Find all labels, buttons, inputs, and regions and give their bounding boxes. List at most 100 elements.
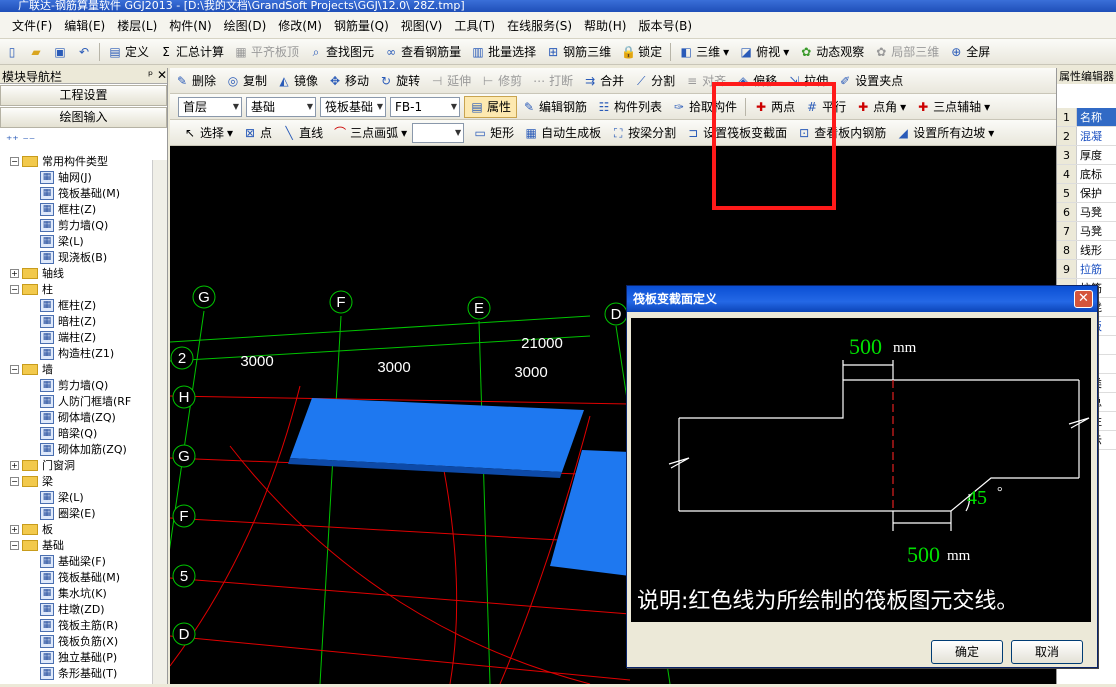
orbit-button[interactable]: ✿ 动态观察: [794, 41, 869, 63]
property-row[interactable]: 9 拉筋: [1057, 260, 1116, 279]
collapse-icon[interactable]: −: [10, 476, 19, 486]
category-select[interactable]: 基础 ▼: [246, 96, 316, 117]
property-row[interactable]: 8 线形: [1057, 241, 1116, 260]
menu-item[interactable]: 版本号(B): [632, 17, 698, 34]
menu-item[interactable]: 绘图(D): [218, 17, 273, 34]
three-point-axis-button[interactable]: ✚ 三点辅轴 ▾: [911, 96, 995, 118]
open-button[interactable]: ▰: [24, 41, 48, 63]
extend-button[interactable]: ⊣ 延伸: [425, 70, 476, 92]
tree-item[interactable]: ▦ 条形基础(T): [10, 665, 167, 681]
tree-item[interactable]: ▦ 暗柱(Z): [10, 313, 167, 329]
save-button[interactable]: ▣: [48, 41, 72, 63]
move-button[interactable]: ✥ 移动: [323, 70, 374, 92]
tree-item[interactable]: ▦ 现浇板(B): [10, 249, 167, 265]
split-button[interactable]: ⟋ 分割: [629, 70, 680, 92]
edit-rebar-button[interactable]: ✎ 编辑钢筋: [517, 96, 592, 118]
tree-item[interactable]: ▦ 集水坑(K): [10, 585, 167, 601]
tree-folder[interactable]: + 门窗洞: [10, 457, 167, 473]
attr-button[interactable]: ▤ 属性: [464, 95, 518, 118]
tree-folder[interactable]: − 柱: [10, 281, 167, 297]
define-button[interactable]: ▤ 定义: [103, 41, 154, 63]
menu-item[interactable]: 钢筋量(Q): [328, 17, 395, 34]
tree-item[interactable]: ▦ 暗梁(Q): [10, 425, 167, 441]
set-grip-button[interactable]: ✐ 设置夹点: [833, 70, 908, 92]
lock-button[interactable]: 🔒 锁定: [616, 41, 667, 63]
project-settings-button[interactable]: 工程设置: [0, 85, 167, 106]
tree-item[interactable]: ▦ 圈梁(E): [10, 505, 167, 521]
pin-close-icon[interactable]: ᵖ ✕: [148, 68, 167, 83]
tree-item[interactable]: ▦ 筏板主筋(R): [10, 617, 167, 633]
tree-item[interactable]: ▦ 构造柱(Z1): [10, 345, 167, 361]
set-slope-button[interactable]: ◢ 设置所有边坡 ▾: [891, 122, 999, 144]
tree-item[interactable]: ▦ 框柱(Z): [10, 201, 167, 217]
tree-item[interactable]: ▦ 筏板基础(M): [10, 569, 167, 585]
point-button[interactable]: ⊠ 点: [238, 122, 277, 144]
trim-button[interactable]: ⊢ 修剪: [476, 70, 527, 92]
tree-item[interactable]: ▦ 砌体加筋(ZQ): [10, 441, 167, 457]
new-file-button[interactable]: ▯: [0, 41, 24, 63]
menu-item[interactable]: 视图(V): [395, 17, 449, 34]
mirror-button[interactable]: ◭ 镜像: [272, 70, 323, 92]
tree-item[interactable]: ▦ 剪力墙(Q): [10, 217, 167, 233]
property-row[interactable]: 1 名称: [1057, 108, 1116, 127]
property-row[interactable]: 5 保护: [1057, 184, 1116, 203]
element-select[interactable]: FB-1 ▼: [390, 96, 460, 117]
cancel-button[interactable]: 取消: [1011, 640, 1083, 664]
view-rebar-qty-button[interactable]: ∞ 查看钢筋量: [379, 41, 466, 63]
expand-icon[interactable]: +: [10, 460, 19, 470]
collapse-icon[interactable]: −: [10, 156, 19, 166]
component-list-button[interactable]: ☷ 构件列表: [592, 96, 667, 118]
split-by-beam-button[interactable]: ⛶ 按梁分割: [606, 122, 681, 144]
rotate-button[interactable]: ↻ 旋转: [374, 70, 425, 92]
flat-top-button[interactable]: ▦ 平齐板顶: [229, 41, 304, 63]
tree-item[interactable]: ▦ 基础梁(F): [10, 553, 167, 569]
menu-item[interactable]: 楼层(L): [111, 17, 163, 34]
sum-button[interactable]: Σ 汇总计算: [154, 41, 229, 63]
menu-item[interactable]: 编辑(E): [58, 17, 111, 34]
expand-icon[interactable]: +: [10, 268, 19, 278]
property-row[interactable]: 6 马凳: [1057, 203, 1116, 222]
rebar-3d-button[interactable]: ⊞ 钢筋三维: [541, 41, 616, 63]
menu-item[interactable]: 构件(N): [163, 17, 217, 34]
type-select[interactable]: 筏板基础 ▼: [320, 96, 386, 117]
menu-item[interactable]: 工具(T): [448, 17, 501, 34]
merge-button[interactable]: ⇉ 合并: [578, 70, 629, 92]
tree-item[interactable]: ▦ 砌体墙(ZQ): [10, 409, 167, 425]
expand-collapse-icons[interactable]: ⁺⁺ ⁻⁻: [0, 129, 167, 153]
menu-item[interactable]: 修改(M): [272, 17, 328, 34]
nav-scrollbar[interactable]: [152, 160, 167, 684]
batch-select-button[interactable]: ▥ 批量选择: [466, 41, 541, 63]
tree-item[interactable]: ▦ 柱墩(ZD): [10, 601, 167, 617]
arc-option-select[interactable]: ▼: [412, 122, 465, 143]
undo-button[interactable]: ↶: [72, 41, 96, 63]
floor-select[interactable]: 首层 ▼: [178, 96, 242, 117]
arc-button[interactable]: ⌒ 三点画弧 ▾: [328, 122, 412, 144]
view-3d-dropdown[interactable]: ◧ 三维 ▾: [674, 41, 734, 63]
tree-item[interactable]: ▦ 梁(L): [10, 233, 167, 249]
fullscreen-button[interactable]: ⊕ 全屏: [944, 41, 995, 63]
delete-button[interactable]: ✎ 删除: [170, 70, 221, 92]
tree-folder[interactable]: − 墙: [10, 361, 167, 377]
point-angle-button[interactable]: ✚ 点角 ▾: [851, 96, 911, 118]
collapse-icon[interactable]: −: [10, 284, 19, 294]
break-button[interactable]: ⋯ 打断: [527, 70, 578, 92]
tree-folder[interactable]: − 梁: [10, 473, 167, 489]
tree-item[interactable]: ▦ 梁(L): [10, 489, 167, 505]
collapse-icon[interactable]: −: [10, 540, 19, 550]
line-button[interactable]: ╲ 直线: [277, 122, 328, 144]
select-button[interactable]: ↖ 选择 ▾: [178, 122, 238, 144]
copy-button[interactable]: ◎ 复制: [221, 70, 272, 92]
tree-item[interactable]: ▦ 框柱(Z): [10, 297, 167, 313]
tree-item[interactable]: ▦ 端柱(Z): [10, 329, 167, 345]
tree-folder[interactable]: + 板: [10, 521, 167, 537]
menu-item[interactable]: 在线服务(S): [501, 17, 578, 34]
find-button[interactable]: ⌕ 查找图元: [304, 41, 379, 63]
property-row[interactable]: 4 底标: [1057, 165, 1116, 184]
expand-icon[interactable]: +: [10, 524, 19, 534]
menu-item[interactable]: 帮助(H): [578, 17, 632, 34]
top-view-dropdown[interactable]: ◪ 俯视 ▾: [734, 41, 794, 63]
property-row[interactable]: 7 马凳: [1057, 222, 1116, 241]
rect-button[interactable]: ▭ 矩形: [468, 122, 519, 144]
close-icon[interactable]: ✕: [1074, 290, 1093, 308]
property-row[interactable]: 2 混凝: [1057, 127, 1116, 146]
